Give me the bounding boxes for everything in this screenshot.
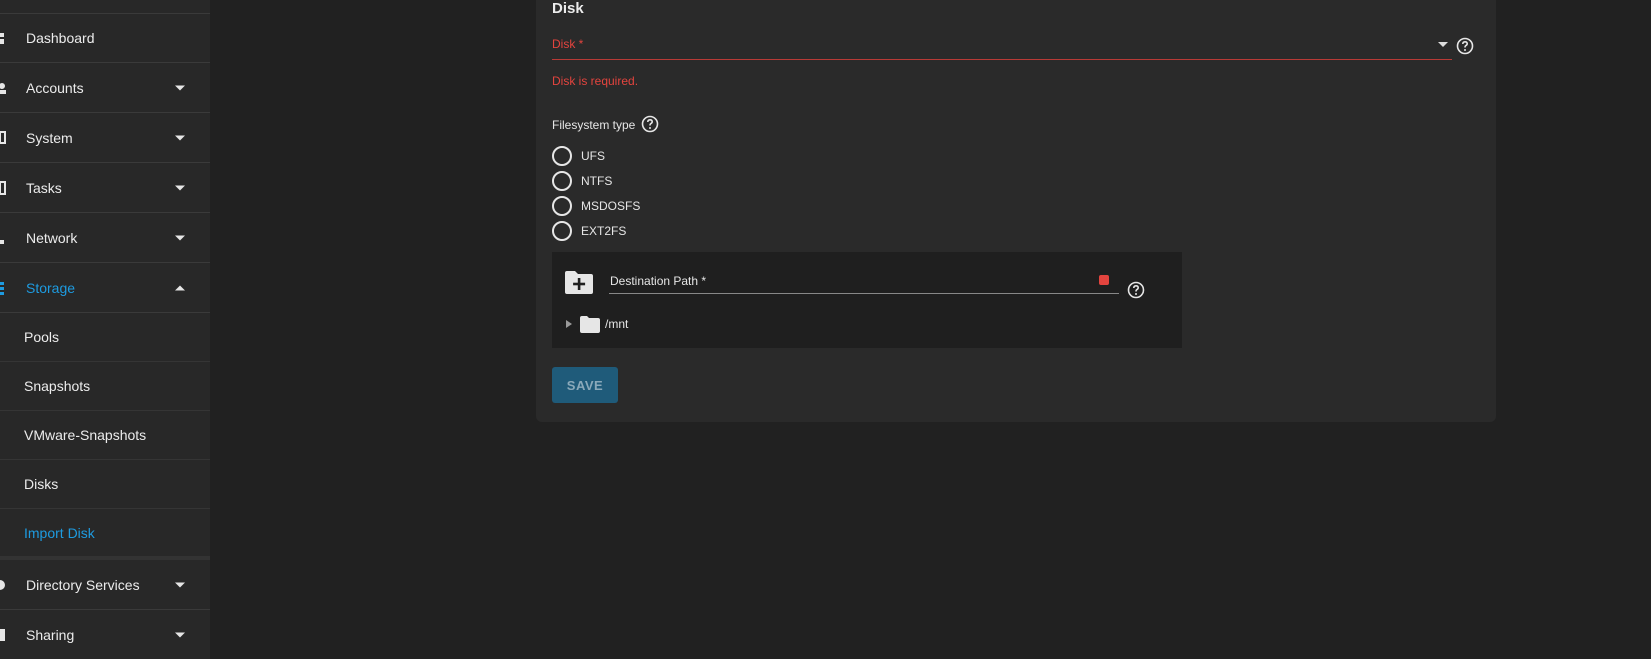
radio-circle[interactable] — [552, 146, 572, 166]
folder-icon — [580, 315, 600, 333]
radio-circle[interactable] — [552, 221, 572, 241]
radio-ufs[interactable]: UFS — [552, 145, 852, 167]
sidebar-subitem-import-disk[interactable]: Import Disk — [0, 509, 210, 558]
chevron-down-icon — [175, 582, 185, 587]
radio-label: MSDOSFS — [581, 199, 641, 213]
dashboard-icon — [0, 32, 4, 44]
tree-node-label: /mnt — [605, 317, 629, 331]
sidebar-item-label: Directory Services — [26, 576, 140, 593]
section-title: Disk — [552, 0, 584, 17]
tasks-icon — [0, 180, 6, 195]
directory-services-icon — [0, 579, 5, 590]
sidebar-subitem-label: Disks — [24, 476, 59, 492]
sidebar-item-label: Tasks — [26, 179, 62, 196]
radio-ntfs[interactable]: NTFS — [552, 170, 852, 192]
radio-label: UFS — [581, 149, 605, 163]
sidebar-item-sharing[interactable]: Sharing — [0, 610, 210, 659]
accounts-icon — [0, 82, 6, 94]
chevron-down-icon — [175, 85, 185, 90]
sidebar-item-label: Accounts — [26, 79, 84, 96]
destination-path-input[interactable]: Destination Path * — [609, 270, 1119, 294]
sidebar-item-label: Network — [26, 229, 78, 246]
disk-select-label: Disk * — [552, 37, 584, 51]
storage-icon — [0, 281, 4, 295]
clear-icon[interactable] — [1099, 275, 1109, 285]
chevron-down-icon — [175, 135, 185, 140]
radio-circle[interactable] — [552, 196, 572, 216]
sidebar-subitem-label: VMware-Snapshots — [24, 427, 147, 443]
sidebar-item-storage[interactable]: Storage — [0, 263, 210, 313]
chevron-down-icon — [175, 632, 185, 637]
chevron-down-icon — [175, 185, 185, 190]
radio-circle[interactable] — [552, 171, 572, 191]
system-icon — [0, 130, 6, 144]
sidebar-subitem-label: Import Disk — [24, 525, 95, 541]
help-icon[interactable] — [641, 115, 659, 133]
radio-label: EXT2FS — [581, 224, 627, 238]
sidebar: Dashboard Accounts System Tasks Network … — [0, 0, 210, 659]
folder-add-icon[interactable] — [564, 269, 594, 295]
sidebar-subitem-pools[interactable]: Pools — [0, 313, 210, 362]
destination-path-explorer: Destination Path * /mnt — [552, 252, 1182, 348]
dropdown-arrow-icon — [1438, 42, 1448, 47]
sidebar-subitem-vmware-snapshots[interactable]: VMware-Snapshots — [0, 411, 210, 460]
sidebar-subitem-disks[interactable]: Disks — [0, 460, 210, 509]
sidebar-item-dashboard[interactable]: Dashboard — [0, 13, 210, 63]
sidebar-item-tasks[interactable]: Tasks — [0, 163, 210, 213]
sidebar-item-accounts[interactable]: Accounts — [0, 63, 210, 113]
help-icon[interactable] — [1456, 37, 1474, 55]
sidebar-item-network[interactable]: Network — [0, 213, 210, 263]
chevron-up-icon — [175, 285, 185, 290]
radio-ext2fs[interactable]: EXT2FS — [552, 220, 852, 242]
sidebar-subitem-snapshots[interactable]: Snapshots — [0, 362, 210, 411]
sidebar-item-label: Storage — [26, 279, 76, 296]
destination-path-label: Destination Path * — [610, 274, 707, 288]
chevron-down-icon — [175, 235, 185, 240]
disk-error-message: Disk is required. — [552, 74, 639, 88]
radio-msdosfs[interactable]: MSDOSFS — [552, 195, 852, 217]
network-icon — [0, 239, 4, 244]
sidebar-item-label: Dashboard — [26, 29, 95, 46]
sidebar-item-system[interactable]: System — [0, 113, 210, 163]
radio-label: NTFS — [581, 174, 613, 188]
tree-node-mnt[interactable]: /mnt — [566, 314, 628, 334]
sidebar-item-label: Sharing — [26, 626, 75, 643]
sidebar-item-directory-services[interactable]: Directory Services — [0, 560, 210, 610]
expand-arrow-icon[interactable] — [566, 320, 572, 328]
save-button[interactable]: SAVE — [552, 367, 618, 403]
sharing-icon — [0, 628, 5, 641]
sidebar-item-label: System — [26, 129, 73, 146]
sidebar-subitem-label: Pools — [24, 329, 60, 345]
help-icon[interactable] — [1127, 281, 1145, 299]
import-disk-card: Disk Disk * Disk is required. Filesystem… — [536, 0, 1496, 422]
disk-select[interactable]: Disk * — [552, 34, 1452, 60]
sidebar-subitem-label: Snapshots — [24, 378, 91, 394]
filesystem-type-label: Filesystem type — [552, 118, 636, 132]
app-root: Dashboard Accounts System Tasks Network … — [0, 0, 1651, 659]
